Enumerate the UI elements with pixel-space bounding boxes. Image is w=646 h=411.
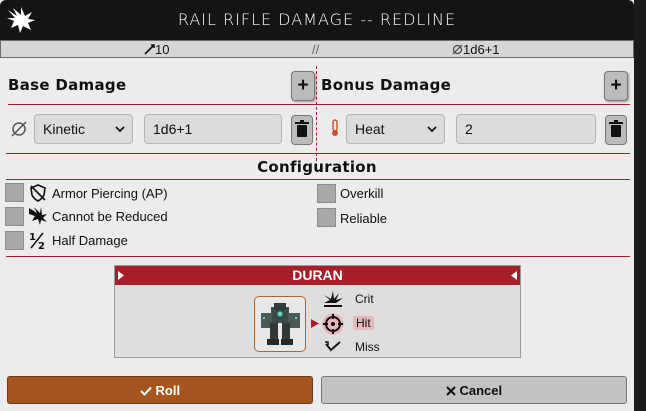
base-damage-heading: Base Damage — [8, 76, 127, 94]
crit-label[interactable]: Crit — [355, 292, 374, 306]
cannot-be-reduced-icon — [29, 207, 47, 225]
dialog-titlebar: RAIL RIFLE DAMAGE -- REDLINE — [0, 0, 634, 40]
close-icon — [446, 386, 456, 396]
cancel-button[interactable]: Cancel — [321, 376, 627, 404]
kinetic-icon — [11, 121, 27, 137]
overkill-checkbox[interactable] — [317, 184, 336, 203]
miss-icon[interactable] — [324, 341, 342, 353]
reliable-label: Reliable — [340, 211, 387, 226]
hit-icon[interactable] — [321, 312, 345, 336]
add-base-damage-button[interactable]: + — [291, 71, 315, 101]
selected-result-marker-icon — [311, 319, 319, 328]
check-icon — [140, 386, 152, 396]
weapon-stat-bar: 10 // 1d6+1 — [0, 40, 634, 58]
kinetic-icon — [452, 44, 463, 55]
target-card: DURAN Crit Hit Miss — [114, 265, 521, 358]
armor-piercing-checkbox[interactable] — [5, 183, 24, 202]
base-damage-value-input[interactable]: 1d6+1 — [144, 114, 282, 144]
reliable-checkbox[interactable] — [317, 208, 336, 227]
delete-bonus-damage-button[interactable] — [605, 115, 627, 145]
heat-icon — [332, 119, 338, 136]
svg-text:1: 1 — [29, 232, 36, 243]
damage-stat: 1d6+1 — [452, 42, 500, 57]
delete-base-damage-button[interactable] — [291, 115, 313, 145]
bonus-damage-type-select[interactable]: Heat — [346, 114, 445, 144]
miss-label[interactable]: Miss — [355, 340, 380, 354]
cannot-be-reduced-checkbox[interactable] — [5, 207, 24, 226]
hit-label[interactable]: Hit — [353, 316, 374, 330]
svg-text:2: 2 — [38, 241, 45, 250]
chevron-down-icon — [115, 126, 125, 133]
target-name: DURAN — [115, 266, 520, 285]
half-damage-icon: 12 — [29, 232, 45, 250]
half-damage-label: Half Damage — [52, 233, 128, 248]
trash-icon — [295, 120, 309, 137]
add-bonus-damage-button[interactable]: + — [604, 71, 628, 101]
cannot-be-reduced-label: Cannot be Reduced — [52, 209, 168, 224]
column-divider — [316, 66, 317, 161]
chevron-down-icon — [427, 126, 437, 133]
armor-piercing-label: Armor Piercing (AP) — [52, 186, 168, 201]
section-divider — [6, 179, 630, 180]
dialog-title: RAIL RIFLE DAMAGE -- REDLINE — [177, 10, 457, 29]
scrollbar[interactable] — [634, 0, 646, 411]
section-divider — [8, 104, 630, 105]
mech-portrait-image — [261, 303, 300, 345]
target-portrait — [254, 296, 306, 352]
trash-icon — [609, 120, 623, 137]
stat-separator: // — [312, 42, 320, 57]
section-divider — [6, 256, 630, 257]
roll-button[interactable]: Roll — [7, 376, 313, 404]
caret-left-icon[interactable] — [511, 271, 517, 280]
roll-label: Roll — [155, 383, 181, 398]
overkill-label: Overkill — [340, 186, 384, 201]
section-divider — [6, 153, 630, 154]
bonus-damage-value-input[interactable]: 2 — [456, 114, 596, 144]
caret-right-icon[interactable] — [118, 271, 124, 280]
configuration-heading: Configuration — [257, 158, 377, 176]
cancel-label: Cancel — [459, 383, 503, 398]
attack-icon — [144, 44, 155, 55]
half-damage-checkbox[interactable] — [5, 231, 24, 250]
armor-piercing-icon — [30, 184, 46, 202]
attack-stat: 10 — [144, 42, 169, 57]
crit-icon[interactable] — [322, 289, 344, 309]
base-damage-type-select[interactable]: Kinetic — [34, 114, 133, 144]
bonus-damage-heading: Bonus Damage — [321, 76, 452, 94]
